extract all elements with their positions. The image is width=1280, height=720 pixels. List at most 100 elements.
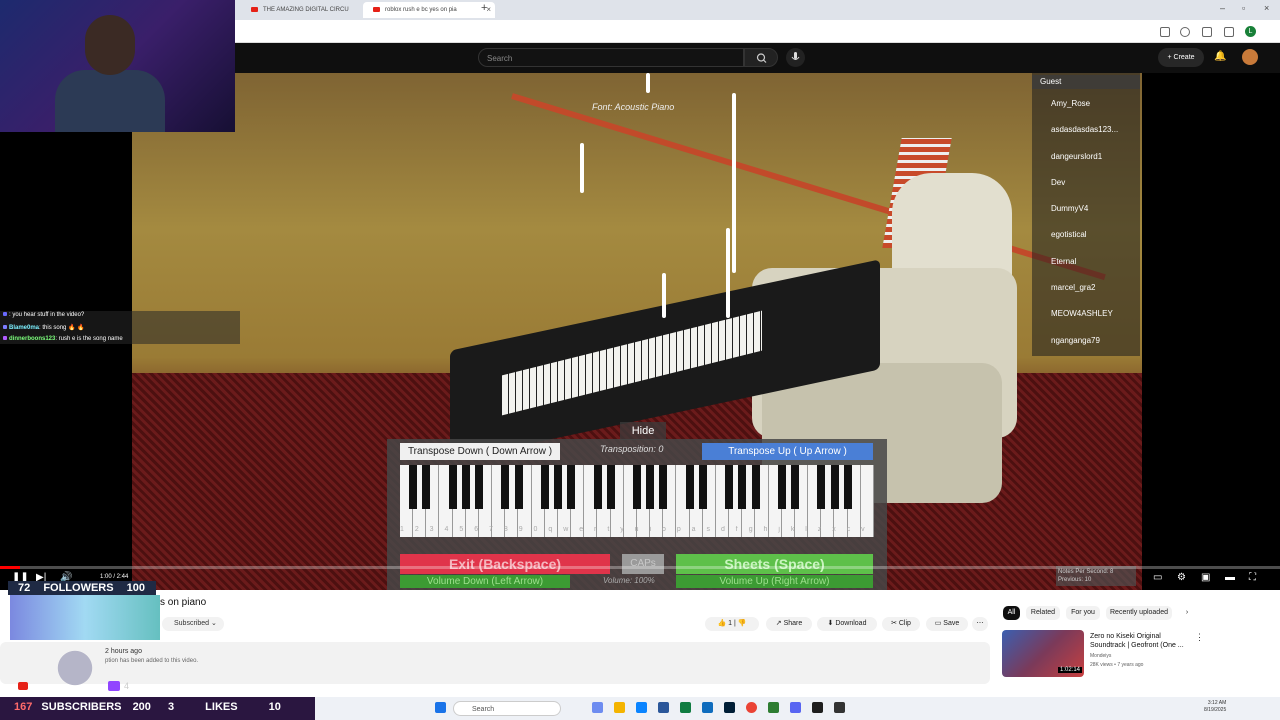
subscribers-count: 167: [14, 701, 33, 713]
theater-icon[interactable]: ▬: [1225, 572, 1235, 583]
store-icon[interactable]: [658, 702, 669, 713]
taskbar-search[interactable]: Search: [453, 701, 561, 716]
player-name[interactable]: asdasdasdas123...: [1051, 125, 1118, 134]
chip-related[interactable]: Related: [1026, 606, 1060, 620]
bell-icon[interactable]: 🔔: [1214, 51, 1226, 63]
volume-up-button[interactable]: Volume Up (Right Arrow): [676, 575, 873, 588]
black-key[interactable]: [475, 465, 483, 509]
terminal-icon[interactable]: [834, 702, 845, 713]
volume-down-button[interactable]: Volume Down (Left Arrow): [400, 575, 570, 588]
black-key[interactable]: [554, 465, 562, 509]
black-key[interactable]: [409, 465, 418, 509]
black-key[interactable]: [738, 465, 747, 509]
player-name[interactable]: nganganga79: [1051, 336, 1100, 345]
transpose-down-button[interactable]: Transpose Down ( Down Arrow ): [400, 443, 560, 460]
edge-icon[interactable]: [636, 702, 647, 713]
profile-avatar[interactable]: L: [1245, 26, 1256, 37]
black-key[interactable]: [633, 465, 641, 509]
extensions-icon[interactable]: [1202, 27, 1212, 37]
new-tab-button[interactable]: +: [481, 2, 487, 14]
black-key[interactable]: [448, 465, 457, 509]
fullscreen-icon[interactable]: ⛶: [1249, 572, 1256, 583]
subscribed-button[interactable]: Subscribed ⌄: [162, 617, 224, 631]
black-key[interactable]: [501, 465, 510, 509]
sidebar-icon[interactable]: [1224, 27, 1234, 37]
chevron-right-icon[interactable]: ›: [1180, 606, 1194, 620]
more-icon[interactable]: ⋯: [972, 617, 988, 631]
player-name[interactable]: DummyV4: [1051, 204, 1088, 213]
black-key[interactable]: [817, 465, 826, 509]
recommendation-channel[interactable]: Mondeiys: [1090, 653, 1111, 659]
black-key[interactable]: [791, 465, 799, 509]
browser-tab[interactable]: THE AMAZING DIGITAL CIRCU ×: [241, 2, 381, 18]
excel-icon[interactable]: [680, 702, 691, 713]
chip-all[interactable]: All: [1003, 606, 1020, 620]
create-button[interactable]: + Create: [1158, 48, 1204, 67]
black-key[interactable]: [422, 465, 431, 509]
photoshop-icon[interactable]: [724, 702, 735, 713]
youtube-icon: [18, 682, 28, 690]
app-icon[interactable]: [768, 702, 779, 713]
browser-tab-active[interactable]: roblox rush e bc yes on pia ×: [363, 2, 495, 18]
black-key[interactable]: [659, 465, 668, 509]
chip-recently-uploaded[interactable]: Recently uploaded: [1106, 606, 1172, 620]
more-vert-icon[interactable]: ⋮: [1195, 632, 1204, 643]
black-key[interactable]: [461, 465, 470, 509]
exit-button[interactable]: Exit (Backspace): [400, 554, 610, 574]
caps-button[interactable]: CAPs: [622, 554, 664, 574]
black-key[interactable]: [685, 465, 694, 509]
clip-button[interactable]: ✂ Clip: [882, 617, 920, 631]
avatar[interactable]: [1242, 49, 1258, 65]
black-key[interactable]: [540, 465, 549, 509]
recommendation-title[interactable]: Zero no Kiseki Original Soundtrack | Geo…: [1090, 632, 1190, 650]
player-name[interactable]: Dev: [1051, 178, 1065, 187]
black-key[interactable]: [567, 465, 576, 509]
black-key[interactable]: [593, 465, 602, 509]
player-name[interactable]: marcel_gra2: [1051, 283, 1095, 292]
black-key[interactable]: [646, 465, 655, 509]
black-key[interactable]: [777, 465, 786, 509]
badge-icon: [3, 312, 7, 316]
player-name[interactable]: egotistical: [1051, 230, 1087, 239]
search-input[interactable]: Search: [478, 48, 744, 67]
search-button[interactable]: [744, 48, 778, 67]
minimize-icon[interactable]: –: [1220, 3, 1225, 13]
obs-icon[interactable]: [812, 702, 823, 713]
black-key[interactable]: [725, 465, 734, 509]
black-key[interactable]: [606, 465, 615, 509]
discord-icon[interactable]: [790, 702, 801, 713]
hide-button[interactable]: Hide: [620, 422, 666, 440]
black-key[interactable]: [751, 465, 760, 509]
window-close-icon[interactable]: ×: [1264, 3, 1269, 13]
black-key[interactable]: [830, 465, 839, 509]
player-name[interactable]: Amy_Rose: [1051, 99, 1090, 108]
transpose-up-button[interactable]: Transpose Up ( Up Arrow ): [702, 443, 873, 460]
copilot-icon[interactable]: [592, 702, 603, 713]
download-button[interactable]: ⬇ Download: [817, 617, 877, 631]
star-icon[interactable]: [1180, 27, 1190, 37]
miniplayer-icon[interactable]: ▣: [1201, 572, 1210, 583]
install-icon[interactable]: [1160, 27, 1170, 37]
address-bar[interactable]: [235, 20, 1280, 43]
chip-for-you[interactable]: For you: [1066, 606, 1100, 620]
sheets-button[interactable]: Sheets (Space): [676, 554, 873, 574]
share-button[interactable]: ↗ Share: [766, 617, 812, 631]
player-name[interactable]: MEOW4ASHLEY: [1051, 309, 1113, 318]
player-name[interactable]: dangeurslord1: [1051, 152, 1102, 161]
maximize-icon[interactable]: ▫: [1242, 3, 1245, 13]
black-key[interactable]: [514, 465, 523, 509]
player-name[interactable]: Eternal: [1051, 257, 1076, 266]
black-key[interactable]: [698, 465, 707, 509]
save-button[interactable]: ▭ Save: [926, 617, 968, 631]
like-button[interactable]: 👍 1 | 👎: [705, 617, 759, 631]
file-explorer-icon[interactable]: [614, 702, 625, 713]
taskbar-clock[interactable]: 3:12 AM 8/19/2025: [1204, 700, 1226, 714]
windows-start-icon[interactable]: [435, 702, 446, 713]
outlook-icon[interactable]: [702, 702, 713, 713]
chrome-icon[interactable]: [746, 702, 757, 713]
progress-bar[interactable]: [0, 566, 1280, 569]
settings-icon[interactable]: ⚙: [1177, 572, 1186, 583]
subtitles-icon[interactable]: ▭: [1153, 572, 1162, 583]
mic-icon[interactable]: [786, 48, 805, 67]
black-key[interactable]: [843, 465, 852, 509]
